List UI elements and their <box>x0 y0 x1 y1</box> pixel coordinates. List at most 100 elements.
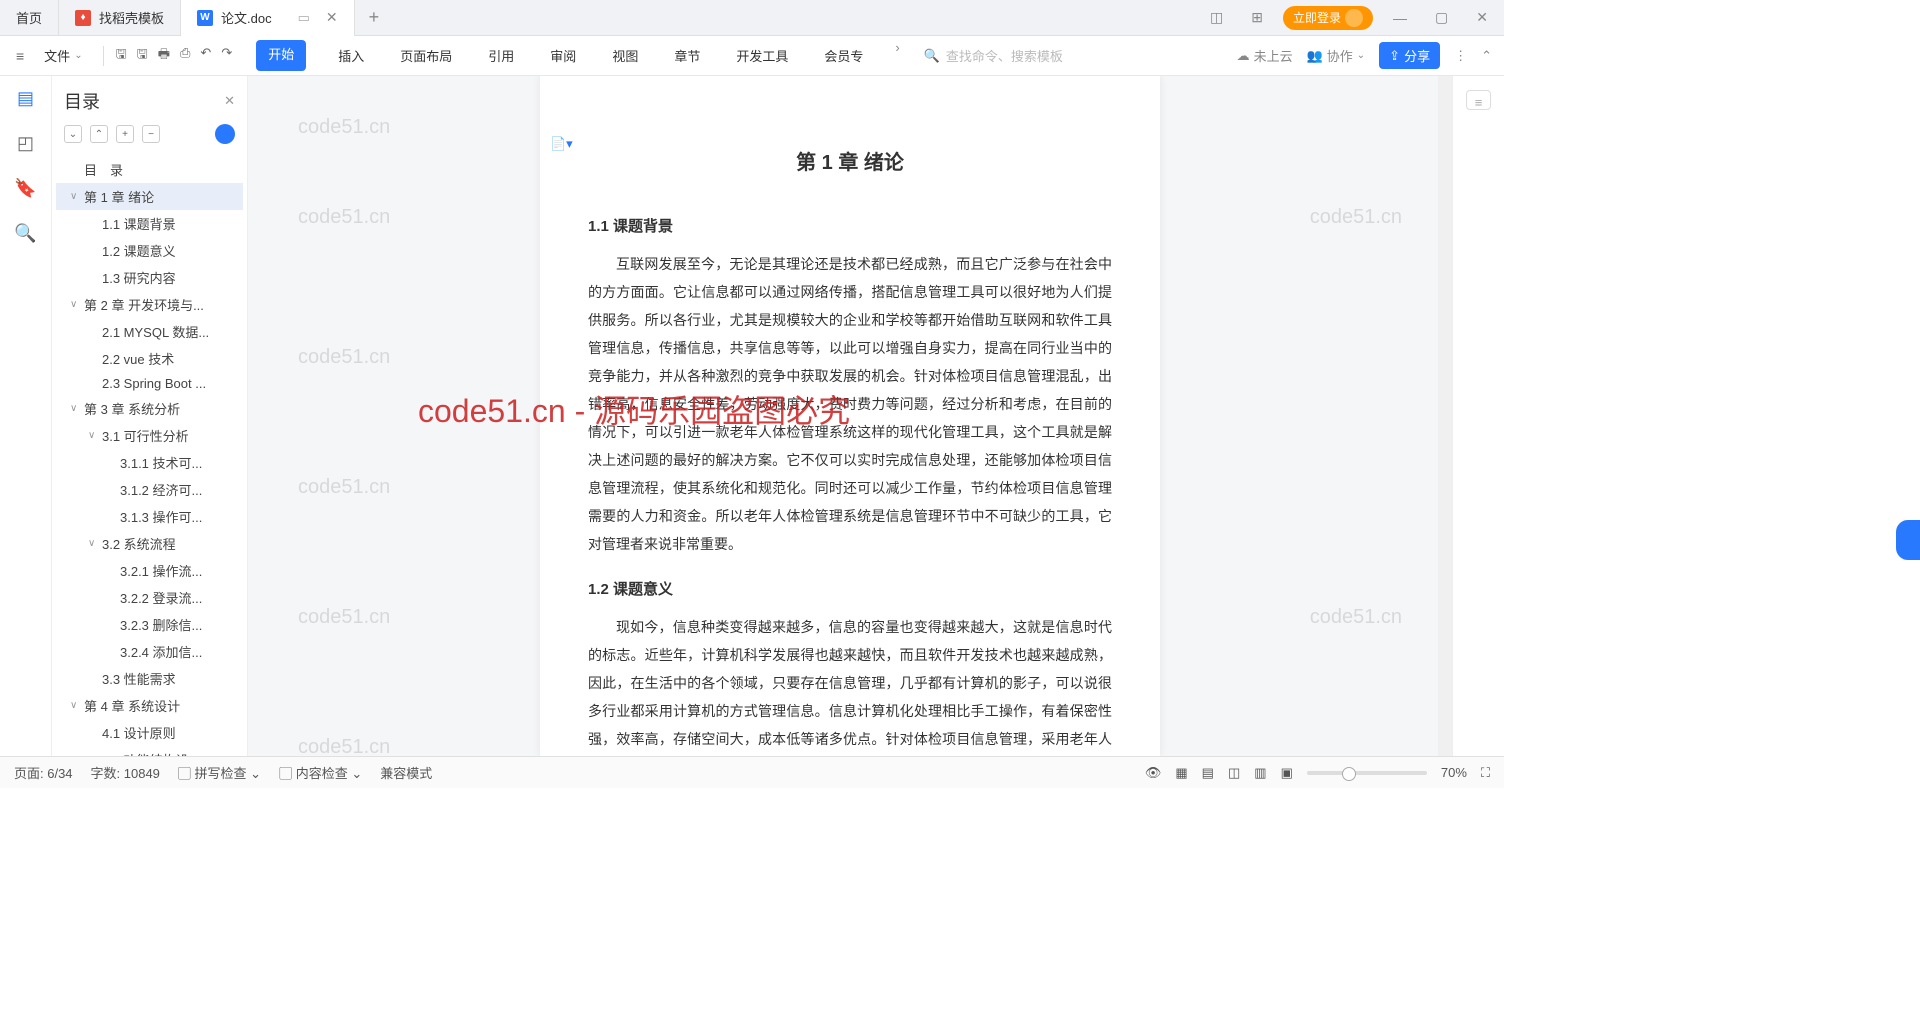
outline-item[interactable]: 2.1 MYSQL 数据... <box>56 318 243 345</box>
outline-item[interactable]: 4.1 设计原则 <box>56 719 243 746</box>
outline-item-label: 4.1 设计原则 <box>102 723 176 742</box>
tab-chapter[interactable]: 章节 <box>670 40 704 71</box>
collab-button[interactable]: 👥 协作 ⌄ <box>1307 46 1366 65</box>
tab-devtools[interactable]: 开发工具 <box>732 40 792 71</box>
settings-icon[interactable]: ▣ <box>1281 765 1293 781</box>
view-layout1-icon[interactable]: ▦ <box>1175 765 1187 781</box>
outline-item[interactable]: 4.2 功能结构设... <box>56 746 243 756</box>
outline-item[interactable]: 3.1.2 经济可... <box>56 476 243 503</box>
tab-reference[interactable]: 引用 <box>484 40 518 71</box>
maximize-icon[interactable]: ▢ <box>1427 5 1456 30</box>
outline-item[interactable]: ∨ 第 3 章 系统分析 <box>56 395 243 422</box>
tab-document[interactable]: W 论文.doc ▭ ✕ <box>181 0 355 36</box>
view-layout2-icon[interactable]: ▤ <box>1202 765 1214 781</box>
collapse-ribbon-icon[interactable]: ⌃ <box>1481 48 1492 64</box>
print-icon[interactable]: 🖶 <box>158 45 170 67</box>
share-icon: ⇪ <box>1389 48 1400 64</box>
more-tabs-icon[interactable]: › <box>895 40 899 71</box>
status-content[interactable]: ▢ 内容检查 ⌄ <box>279 763 362 782</box>
save-as-icon[interactable]: 🖫 <box>137 45 148 67</box>
outline-item[interactable]: 3.1.1 技术可... <box>56 449 243 476</box>
file-menu[interactable]: 文件 ⌄ <box>36 42 90 69</box>
status-compat[interactable]: 兼容模式 <box>380 763 432 782</box>
outline-item[interactable]: 3.3 性能需求 <box>56 665 243 692</box>
outline-item[interactable]: 3.2.1 操作流... <box>56 557 243 584</box>
new-tab-button[interactable]: + <box>355 7 394 28</box>
zoom-slider[interactable] <box>1307 771 1427 775</box>
minimize-icon[interactable]: — <box>1385 6 1415 30</box>
login-label: 立即登录 <box>1293 9 1341 26</box>
outline-item[interactable]: ∨第 4 章 系统设计 <box>56 692 243 719</box>
fullscreen-icon[interactable]: ⛶ <box>1481 765 1490 781</box>
outline-item-label: 3.2.2 登录流... <box>120 588 202 607</box>
layout-icon[interactable]: ◫ <box>1202 5 1231 30</box>
tab-view[interactable]: 视图 <box>608 40 642 71</box>
tab-start[interactable]: 开始 <box>256 40 306 71</box>
remove-icon[interactable]: − <box>142 125 160 143</box>
status-page[interactable]: 页面: 6/34 <box>14 763 73 782</box>
cloud-status[interactable]: ☁ 未上云 <box>1237 46 1293 65</box>
search-input[interactable]: 🔍 查找命令、搜索模板 <box>924 46 1063 65</box>
view-layout4-icon[interactable]: ▥ <box>1254 765 1266 781</box>
login-button[interactable]: 立即登录 <box>1283 6 1373 30</box>
bookmark-icon[interactable]: 🔖 <box>14 178 36 199</box>
outline-item[interactable]: 3.2.3 删除信... <box>56 611 243 638</box>
scrollbar[interactable] <box>1438 76 1452 756</box>
view-layout3-icon[interactable]: ◫ <box>1228 765 1240 781</box>
tab-insert[interactable]: 插入 <box>334 40 368 71</box>
collapse-all-icon[interactable]: ⌄ <box>64 125 82 143</box>
avatar-icon <box>1345 9 1363 27</box>
find-icon[interactable]: 🔍 <box>14 223 36 244</box>
expand-all-icon[interactable]: ⌃ <box>90 125 108 143</box>
outline-item[interactable]: 3.2.4 添加信... <box>56 638 243 665</box>
outline-item[interactable]: 3.1.3 操作可... <box>56 503 243 530</box>
undo-icon[interactable]: ↶ <box>200 45 211 67</box>
outline-item[interactable]: ∨3.1 可行性分析 <box>56 422 243 449</box>
redo-icon[interactable]: ↷ <box>221 45 232 67</box>
preview-icon[interactable]: ⎙ <box>180 45 190 67</box>
presentation-icon[interactable]: ▭ <box>298 10 310 26</box>
chapter-title: 第 1 章 绪论 <box>588 146 1112 175</box>
float-tag[interactable] <box>1896 520 1920 560</box>
document-area[interactable]: code51.cn code51.cn code51.cn code51.cn … <box>248 76 1452 756</box>
outline-item[interactable]: 2.3 Spring Boot ... <box>56 372 243 395</box>
tab-review[interactable]: 审阅 <box>546 40 580 71</box>
close-icon[interactable]: ✕ <box>224 93 235 109</box>
window-close-icon[interactable]: ✕ <box>1468 5 1496 30</box>
outline-item[interactable]: 3.2.2 登录流... <box>56 584 243 611</box>
outline-item[interactable]: 1.3 研究内容 <box>56 264 243 291</box>
outline-item[interactable]: 1.2 课题意义 <box>56 237 243 264</box>
share-button[interactable]: ⇪ 分享 <box>1379 42 1440 69</box>
apps-icon[interactable]: ⊞ <box>1243 5 1271 30</box>
chevron-icon: ∨ <box>70 299 80 310</box>
close-icon[interactable]: ✕ <box>326 9 338 26</box>
doc-icon[interactable]: 📄▾ <box>550 136 573 152</box>
panel-toggle-icon[interactable]: ≡ <box>1466 90 1492 110</box>
chevron-icon: ∨ <box>70 403 80 414</box>
outline-item[interactable]: 1.1 课题背景 <box>56 210 243 237</box>
view-read-icon[interactable]: 👁 <box>1145 765 1162 781</box>
outline-item-label: 3.2.3 删除信... <box>120 615 202 634</box>
more-icon[interactable]: ⋮ <box>1454 48 1467 64</box>
outline-item[interactable]: ∨3.2 系统流程 <box>56 530 243 557</box>
outline-item[interactable]: 2.2 vue 技术 <box>56 345 243 372</box>
tab-layout[interactable]: 页面布局 <box>396 40 456 71</box>
add-icon[interactable]: + <box>116 125 134 143</box>
status-spell[interactable]: ▢ 拼写检查 ⌄ <box>178 763 261 782</box>
outline-icon[interactable]: ▤ <box>17 88 34 109</box>
save-icon[interactable]: 🖫 <box>116 45 127 67</box>
outline-item[interactable]: ∨第 1 章 绪论 <box>56 183 243 210</box>
ai-icon[interactable] <box>215 124 235 144</box>
outline-item[interactable]: ∨第 2 章 开发环境与... <box>56 291 243 318</box>
menu-icon[interactable]: ≡ <box>12 44 28 68</box>
zoom-value[interactable]: 70% <box>1441 765 1467 780</box>
section-icon[interactable]: ◰ <box>17 133 34 154</box>
outline-item-label: 第 3 章 系统分析 <box>84 399 180 418</box>
tab-home[interactable]: 首页 <box>0 0 59 36</box>
menu-tabs: 开始 插入 页面布局 引用 审阅 视图 章节 开发工具 会员专 › <box>256 40 899 71</box>
status-words[interactable]: 字数: 10849 <box>91 763 160 782</box>
tab-member[interactable]: 会员专 <box>820 40 867 71</box>
chevron-icon: ∨ <box>70 700 80 711</box>
outline-item[interactable]: 目 录 <box>56 156 243 183</box>
tab-template[interactable]: ♦ 找稻壳模板 <box>59 0 181 36</box>
